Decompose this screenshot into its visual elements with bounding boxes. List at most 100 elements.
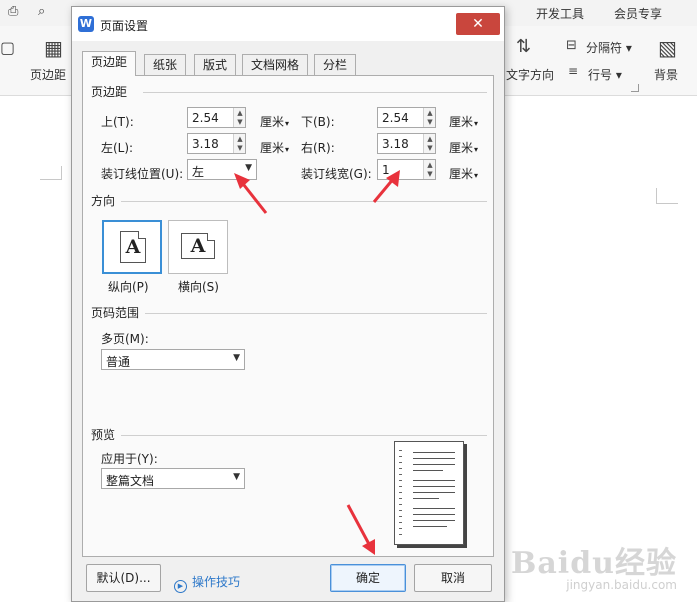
cancel-button[interactable]: 取消 <box>414 564 492 592</box>
tips-link-label: 操作技巧 <box>192 575 241 589</box>
gutter-position-value: 左 <box>192 165 205 179</box>
gutter-tick <box>399 498 402 499</box>
top-margin-stepper[interactable]: ▲ ▼ <box>233 108 245 127</box>
print-icon[interactable]: ⎙ <box>8 4 18 19</box>
preview-text-line <box>413 486 455 487</box>
gutter-tick <box>399 480 402 481</box>
bottom-margin-label: 下(B): <box>301 115 335 129</box>
background-icon[interactable]: ▧ <box>658 36 677 60</box>
tab-developer[interactable]: 开发工具 <box>536 5 584 22</box>
ribbon-icon-partial[interactable]: ▢ <box>0 38 15 57</box>
right-margin-input[interactable]: 3.18 ▲ ▼ <box>377 133 436 154</box>
chevron-down-icon: ▼ <box>233 472 240 482</box>
preview-icon[interactable]: ⌕ <box>38 4 45 19</box>
ribbon-margins-label[interactable]: 页边距 <box>30 66 66 83</box>
left-margin-unit[interactable]: 厘米▾ <box>260 139 289 156</box>
bottom-margin-stepper[interactable]: ▲ ▼ <box>423 108 435 127</box>
play-icon: ▶ <box>174 580 187 593</box>
spin-down-icon[interactable]: ▼ <box>426 170 434 178</box>
left-margin-stepper[interactable]: ▲ ▼ <box>233 134 245 153</box>
gutter-width-input[interactable]: 1 ▲ ▼ <box>377 159 436 180</box>
tips-link[interactable]: ▶ 操作技巧 <box>174 573 240 593</box>
right-margin-unit[interactable]: 厘米▾ <box>449 139 478 156</box>
tab-margins[interactable]: 页边距 <box>82 51 137 76</box>
orientation-group-divider <box>121 201 487 202</box>
left-margin-input[interactable]: 3.18 ▲ ▼ <box>187 133 246 154</box>
page-preview <box>394 441 464 545</box>
ribbon-line-numbers-label[interactable]: 行号 ▾ <box>588 66 622 83</box>
tab-document-grid[interactable]: 文档网格 <box>242 54 309 76</box>
tab-layout[interactable]: 版式 <box>194 54 237 76</box>
gutter-tick <box>399 522 402 523</box>
margins-icon[interactable]: ▦ <box>44 36 63 60</box>
spin-up-icon[interactable]: ▲ <box>236 135 244 143</box>
preview-text-line <box>413 526 447 527</box>
chevron-down-icon: ▼ <box>233 353 240 363</box>
spin-up-icon[interactable]: ▲ <box>426 109 434 117</box>
gutter-tick <box>399 468 402 469</box>
landscape-page-icon: A <box>181 233 215 259</box>
orientation-group-title: 方向 <box>91 194 116 208</box>
gutter-tick <box>399 450 402 451</box>
tab-member[interactable]: 会员专享 <box>614 5 662 22</box>
portrait-option[interactable]: A <box>102 220 162 274</box>
default-button[interactable]: 默认(D)... <box>86 564 161 592</box>
landscape-option[interactable]: A <box>168 220 228 274</box>
close-button[interactable]: ✕ <box>456 13 500 35</box>
bottom-margin-value: 2.54 <box>382 111 409 125</box>
left-margin-label: 左(L): <box>101 141 134 155</box>
gutter-tick <box>399 486 402 487</box>
top-margin-input[interactable]: 2.54 ▲ ▼ <box>187 107 246 128</box>
preview-text-line <box>413 452 455 453</box>
ribbon-collapse-icon[interactable] <box>631 84 639 92</box>
spin-down-icon[interactable]: ▼ <box>236 144 244 152</box>
baidu-watermark: Baidu经验 jingyan.baidu.com <box>511 538 677 592</box>
bottom-margin-unit[interactable]: 厘米▾ <box>449 113 478 130</box>
spin-up-icon[interactable]: ▲ <box>426 135 434 143</box>
line-numbers-icon[interactable]: ≡ <box>568 64 578 78</box>
gutter-tick <box>399 474 402 475</box>
apply-to-label: 应用于(Y): <box>101 452 158 466</box>
spin-down-icon[interactable]: ▼ <box>236 118 244 126</box>
preview-text-line <box>413 480 455 481</box>
gutter-width-value: 1 <box>382 163 390 177</box>
spin-down-icon[interactable]: ▼ <box>426 144 434 152</box>
preview-text-line <box>413 464 455 465</box>
spin-up-icon[interactable]: ▲ <box>236 109 244 117</box>
gutter-position-select[interactable]: 左 ▼ <box>187 159 257 180</box>
preview-text-line <box>413 520 455 521</box>
ribbon-text-direction-label[interactable]: 文字方向 <box>506 66 554 83</box>
breaks-icon[interactable]: ⊟ <box>566 38 577 53</box>
page-range-group-divider <box>145 313 487 314</box>
page-range-group-title: 页码范围 <box>91 306 140 320</box>
dialog-title-bar[interactable]: W 页面设置 ✕ <box>72 7 504 41</box>
multiple-pages-select[interactable]: 普通 ▼ <box>101 349 245 370</box>
preview-group-divider <box>121 435 487 436</box>
ok-button[interactable]: 确定 <box>330 564 406 592</box>
preview-text-line <box>413 498 439 499</box>
multiple-pages-value: 普通 <box>106 355 131 369</box>
top-margin-unit[interactable]: 厘米▾ <box>260 113 289 130</box>
ribbon-background-label[interactable]: 背景 <box>654 66 678 83</box>
spin-down-icon[interactable]: ▼ <box>426 118 434 126</box>
gutter-tick <box>399 462 402 463</box>
apply-to-select[interactable]: 整篇文档 ▼ <box>101 468 245 489</box>
margins-group-divider <box>143 92 487 93</box>
gutter-width-unit[interactable]: 厘米▾ <box>449 165 478 182</box>
bottom-margin-input[interactable]: 2.54 ▲ ▼ <box>377 107 436 128</box>
spin-up-icon[interactable]: ▲ <box>426 161 434 169</box>
tab-paper[interactable]: 纸张 <box>144 54 187 76</box>
preview-text-line <box>413 470 443 471</box>
wps-logo-icon: W <box>78 16 94 32</box>
gutter-width-stepper[interactable]: ▲ ▼ <box>423 160 435 179</box>
tab-columns[interactable]: 分栏 <box>314 54 357 76</box>
text-direction-icon[interactable]: ⇅ <box>516 36 531 57</box>
preview-group-title: 预览 <box>91 428 116 442</box>
right-margin-stepper[interactable]: ▲ ▼ <box>423 134 435 153</box>
preview-text-line <box>413 514 455 515</box>
landscape-label[interactable]: 横向(S) <box>178 278 219 295</box>
gutter-tick <box>399 534 402 535</box>
watermark-logo: Baidu经验 <box>511 546 677 581</box>
ribbon-breaks-label[interactable]: 分隔符 ▾ <box>586 39 632 56</box>
portrait-label[interactable]: 纵向(P) <box>108 278 149 295</box>
